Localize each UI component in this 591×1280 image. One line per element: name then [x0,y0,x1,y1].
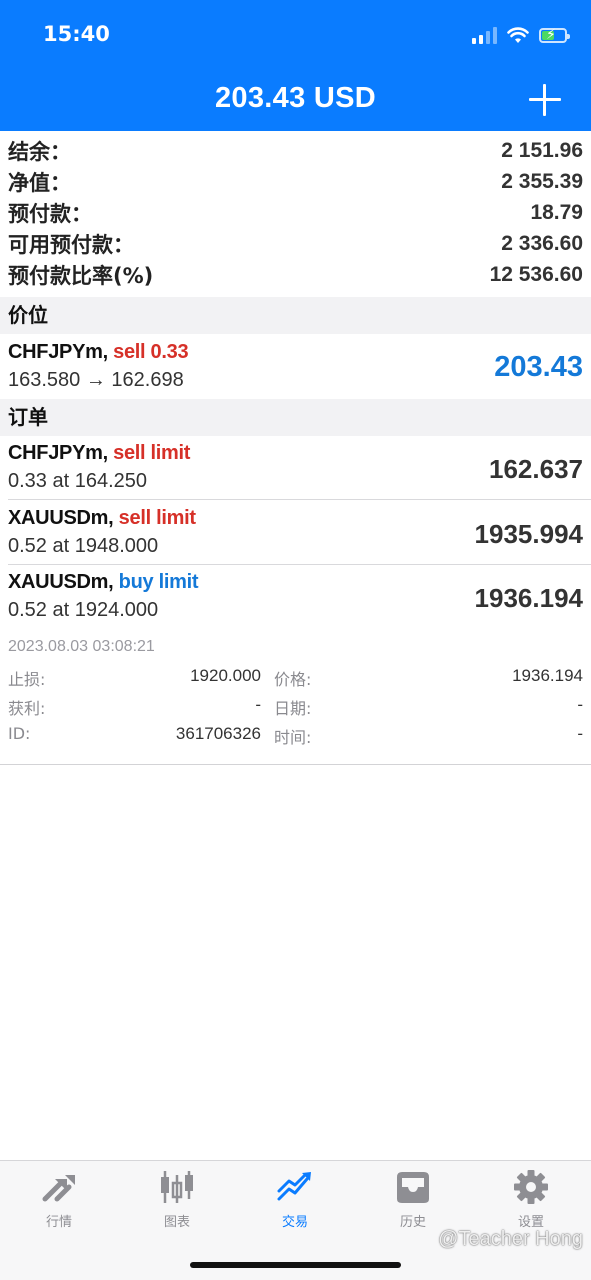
trade-action: buy limit [118,571,199,593]
battery-charging-icon: ⚡ [539,27,570,43]
status-icons: ⚡ [472,24,570,46]
wifi-icon [507,26,529,43]
summary-label: 结余： [8,139,71,164]
summary-balance: 结余： 2 151.96 [0,135,591,166]
header-bar: 15:40 ⚡ 203.43 USD [0,0,591,131]
stop-loss-label: 止损: [8,670,46,689]
tab-history[interactable]: 历史 [363,1169,463,1230]
trade-action: sell 0.33 [113,341,189,363]
current-price: 1936.194 [474,583,583,613]
account-summary: 结余： 2 151.96 净值： 2 355.39 预付款： 18.79 可用预… [0,135,591,290]
id-label: ID: [8,724,31,743]
candlestick-chart-icon [161,1171,193,1203]
summary-value: 2 336.60 [501,231,583,255]
tab-label: 图表 [163,1215,190,1230]
take-profit-label: 获利: [8,699,46,718]
gear-icon [514,1170,548,1204]
time-value: - [577,724,583,743]
current-price: 162.637 [489,454,583,484]
tab-charts[interactable]: 图表 [127,1169,227,1230]
tab-label: 交易 [281,1215,308,1230]
position-row[interactable]: CHFJPYm, sell 0.33 163.580 → 162.698 203… [0,335,591,399]
tab-settings[interactable]: 设置 [481,1169,581,1230]
date-label: 日期: [274,699,312,718]
symbol: CHFJPYm, [8,341,108,363]
watermark-text: @Teacher Hong [438,1228,583,1250]
summary-label: 预付款比率(%) [8,263,154,288]
symbol: XAUUSDm, [8,571,114,593]
trade-trend-icon [277,1172,311,1201]
symbol: XAUUSDm, [8,507,114,529]
position-symbol-line: CHFJPYm, sell 0.33 [8,341,189,364]
detail-row: 获利: - 日期: - [0,695,591,724]
quotes-arrows-icon [42,1175,75,1202]
order-symbol-line: CHFJPYm, sell limit [8,442,190,465]
add-order-button[interactable] [527,82,563,118]
summary-value: 2 151.96 [501,138,583,162]
tab-label: 行情 [45,1215,72,1230]
take-profit-value: - [255,695,261,714]
trade-action: sell limit [118,507,196,529]
summary-equity: 净值： 2 355.39 [0,166,591,197]
account-profit-title: 203.43 USD [215,82,376,114]
order-symbol-line: XAUUSDm, sell limit [8,507,196,530]
symbol: CHFJPYm, [8,442,108,464]
cellular-signal-icon [472,26,497,44]
price-value: 1936.194 [512,666,583,685]
current-price: 1935.994 [474,519,583,549]
summary-value: 2 355.39 [501,169,583,193]
detail-row: 止损: 1920.000 价格: 1936.194 [0,666,591,695]
price-change: 163.580 → 162.698 [8,369,184,391]
tab-trade[interactable]: 交易 [245,1169,345,1230]
trade-action: sell limit [113,442,191,464]
summary-margin-level: 预付款比率(%) 12 536.60 [0,259,591,290]
position-profit: 203.43 [494,351,583,383]
id-value: 361706326 [175,724,261,743]
order-volume-price: 0.52 at 1924.000 [8,599,159,621]
summary-margin: 预付款： 18.79 [0,197,591,228]
order-open-time: 2023.08.03 03:08:21 [8,638,155,655]
summary-label: 预付款： [8,201,92,226]
orders-section-header: 订单 [0,399,591,436]
price-label: 价格: [274,670,312,689]
order-volume-price: 0.33 at 164.250 [8,470,148,492]
order-volume-price: 0.52 at 1948.000 [8,535,159,557]
stop-loss-value: 1920.000 [190,666,261,685]
order-row-expanded[interactable]: XAUUSDm, buy limit 0.52 at 1924.000 1936… [0,565,591,629]
summary-value: 12 536.60 [489,262,583,286]
order-detail-grid: 止损: 1920.000 价格: 1936.194 获利: - 日期: - ID… [0,666,591,753]
history-inbox-icon [397,1172,429,1203]
order-row[interactable]: XAUUSDm, sell limit 0.52 at 1948.000 193… [0,501,591,565]
home-indicator[interactable] [190,1262,401,1268]
positions-section-header: 价位 [0,297,591,334]
list-end-divider [0,764,591,765]
row-divider [8,499,591,500]
summary-free-margin: 可用预付款： 2 336.60 [0,228,591,259]
date-value: - [577,695,583,714]
order-row[interactable]: CHFJPYm, sell limit 0.33 at 164.250 162.… [0,436,591,500]
status-time: 15:40 [43,22,110,46]
tab-quotes[interactable]: 行情 [9,1169,109,1230]
summary-value: 18.79 [530,200,583,224]
summary-label: 净值： [8,170,71,195]
detail-row: ID: 361706326 时间: - [0,724,591,753]
order-symbol-line: XAUUSDm, buy limit [8,571,199,594]
summary-label: 可用预付款： [8,232,134,257]
time-label: 时间: [274,728,312,747]
